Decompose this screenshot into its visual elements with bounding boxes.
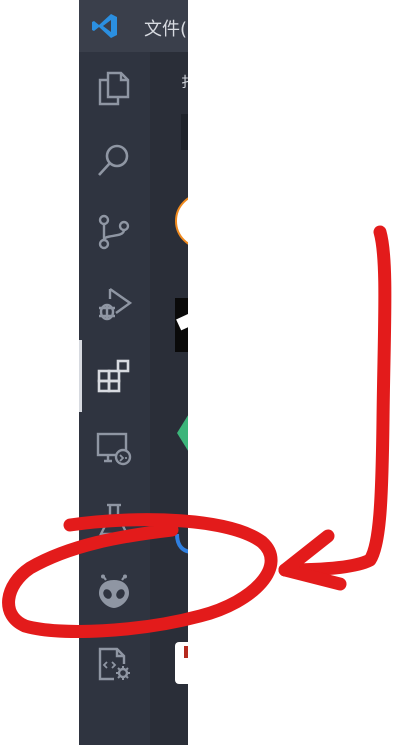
activity-testing[interactable] <box>79 484 150 556</box>
menu-file[interactable]: 文件( <box>144 15 187 41</box>
run-debug-icon <box>99 288 132 321</box>
file-gear-icon <box>98 647 130 681</box>
extension-item-icon[interactable] <box>175 412 188 454</box>
source-control-icon <box>98 214 130 250</box>
extensions-search-input[interactable] <box>181 114 188 150</box>
extension-item-icon[interactable] <box>175 298 188 352</box>
activity-alien-extension[interactable] <box>79 556 150 628</box>
activity-extensions[interactable] <box>79 340 150 412</box>
extension-item-icon[interactable] <box>175 193 188 249</box>
red-annotation-overlay <box>2 225 392 638</box>
activity-bar <box>79 52 150 745</box>
activity-explorer[interactable] <box>79 52 150 124</box>
title-bar: 文件( <box>79 0 188 52</box>
activity-source-control[interactable] <box>79 196 150 268</box>
activity-search[interactable] <box>79 124 150 196</box>
extensions-sidebar: 扌 <box>150 52 188 745</box>
extensions-icon <box>97 359 130 393</box>
files-icon <box>98 71 130 106</box>
vscode-logo-icon <box>92 14 117 38</box>
activity-run-debug[interactable] <box>79 268 150 340</box>
remote-explorer-icon <box>96 432 132 466</box>
sidebar-title: 扌 <box>181 72 188 92</box>
extension-item-icon[interactable] <box>175 532 188 554</box>
extension-item-icon[interactable] <box>175 642 188 684</box>
testing-flask-icon <box>99 503 129 536</box>
activity-remote-explorer[interactable] <box>79 412 150 484</box>
search-icon <box>98 144 129 176</box>
active-indicator <box>79 340 82 412</box>
alien-icon <box>99 574 129 608</box>
activity-extension-settings[interactable] <box>79 628 150 700</box>
